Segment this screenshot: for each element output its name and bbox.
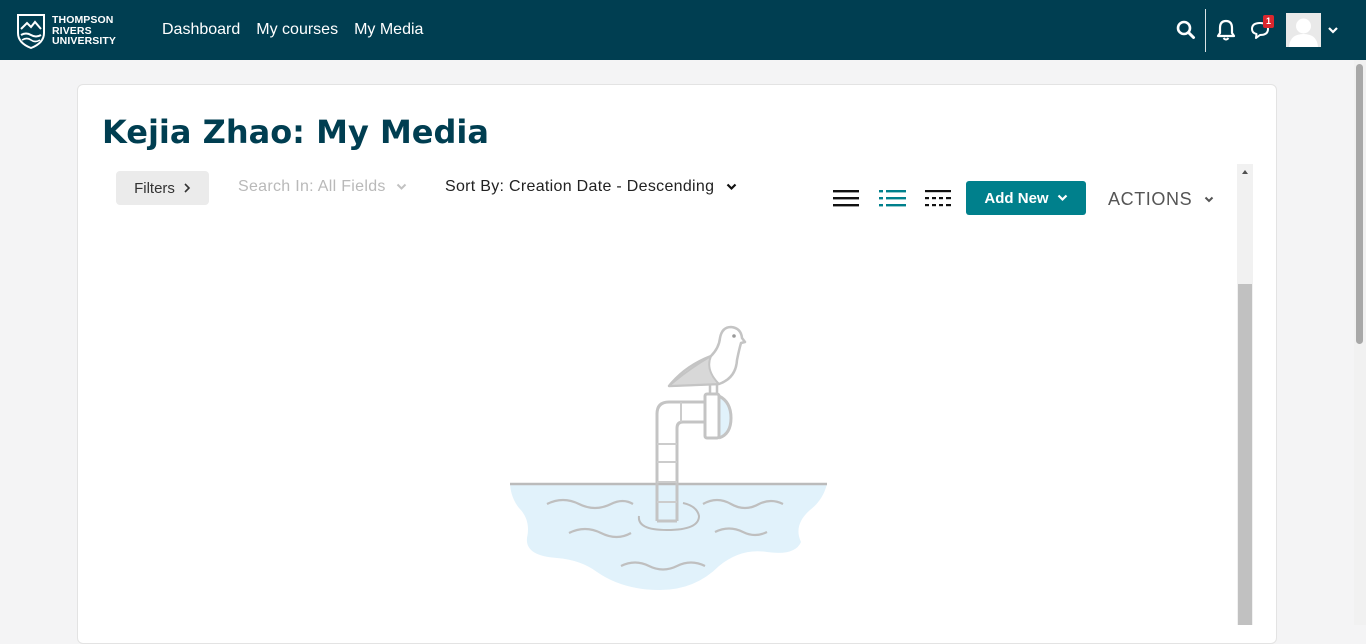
filters-label: Filters — [134, 179, 175, 197]
chevron-right-icon — [184, 183, 191, 193]
add-new-button[interactable]: Add New — [966, 181, 1086, 215]
sort-by-label: Sort By: Creation Date - Descending — [445, 178, 715, 195]
filters-button[interactable]: Filters — [116, 171, 209, 205]
content-scrollbar-thumb[interactable] — [1238, 284, 1252, 625]
user-avatar[interactable] — [1286, 13, 1321, 47]
compact-view-icon[interactable] — [924, 187, 952, 209]
list-view-icon[interactable] — [879, 187, 907, 209]
nav-divider — [1205, 9, 1206, 52]
message-count-badge: 1 — [1263, 15, 1274, 28]
university-crest-icon — [17, 14, 45, 49]
seagull-periscope-illustration — [510, 325, 827, 590]
logo-line-3: UNIVERSITY — [52, 35, 117, 48]
detailed-view-icon[interactable] — [832, 187, 860, 209]
logo-wordmark: THOMPSON RIVERS UNIVERSITY — [52, 15, 116, 47]
page-scrollbar-thumb[interactable] — [1356, 64, 1363, 344]
search-in-dropdown[interactable]: Search In: All Fields — [238, 178, 407, 196]
nav-dashboard[interactable]: Dashboard — [162, 21, 240, 39]
university-logo[interactable]: THOMPSON RIVERS UNIVERSITY — [16, 12, 128, 50]
search-icon[interactable] — [1174, 18, 1198, 42]
user-silhouette-icon — [1286, 13, 1321, 47]
content-scrollbar[interactable] — [1237, 164, 1253, 625]
search-in-label: Search In: All Fields — [238, 178, 386, 195]
sort-by-dropdown[interactable]: Sort By: Creation Date - Descending — [445, 178, 737, 196]
nav-my-courses[interactable]: My courses — [256, 21, 338, 39]
page-scrollbar[interactable] — [1354, 60, 1366, 625]
add-new-label: Add New — [984, 189, 1049, 207]
bell-icon[interactable] — [1214, 18, 1238, 42]
actions-dropdown[interactable]: ACTIONS — [1108, 189, 1214, 210]
chevron-down-icon[interactable] — [1327, 25, 1339, 35]
top-navbar: THOMPSON RIVERS UNIVERSITY Dashboard My … — [0, 0, 1366, 60]
chevron-down-icon — [727, 183, 737, 191]
chevron-down-icon — [396, 183, 406, 190]
actions-label: ACTIONS — [1108, 189, 1193, 209]
chevron-down-icon — [1205, 196, 1214, 202]
page-title: Kejia Zhao: My Media — [102, 113, 489, 151]
scroll-up-arrow-icon[interactable] — [1241, 168, 1249, 176]
chevron-down-icon — [1057, 194, 1067, 202]
primary-nav: Dashboard My courses My Media — [162, 0, 439, 60]
nav-my-media[interactable]: My Media — [354, 21, 423, 39]
